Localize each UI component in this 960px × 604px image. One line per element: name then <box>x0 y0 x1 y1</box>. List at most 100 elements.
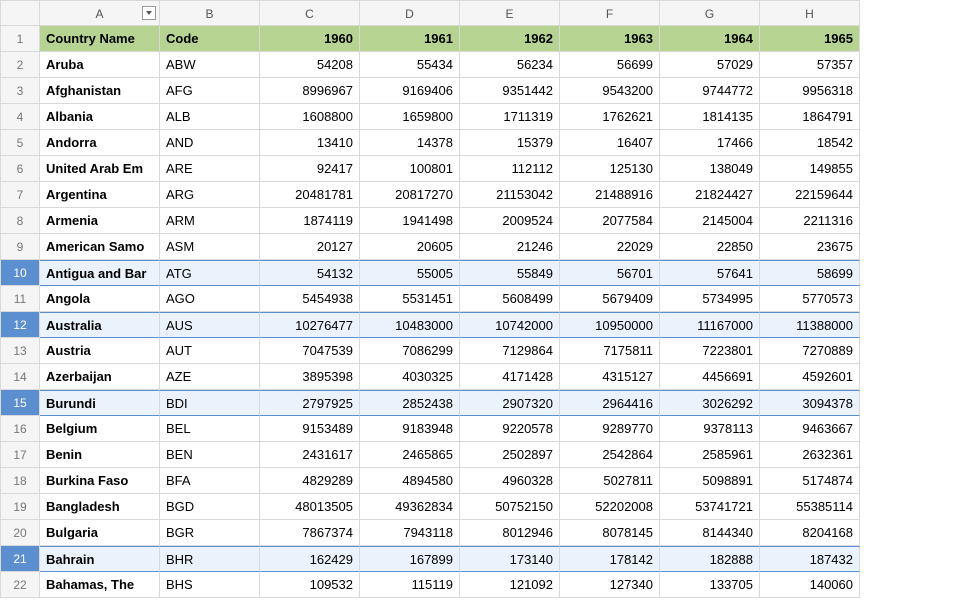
cell-value[interactable]: 5027811 <box>560 468 660 494</box>
row-header[interactable]: 9 <box>0 234 40 260</box>
table-header-cell[interactable]: 1962 <box>460 26 560 52</box>
cell-value[interactable]: 9220578 <box>460 416 560 442</box>
cell-value[interactable]: 22850 <box>660 234 760 260</box>
cell-value[interactable]: 182888 <box>660 546 760 572</box>
cell-value[interactable]: 133705 <box>660 572 760 598</box>
cell-value[interactable]: 8012946 <box>460 520 560 546</box>
cell-value[interactable]: 8204168 <box>760 520 860 546</box>
row-header[interactable]: 3 <box>0 78 40 104</box>
cell-code[interactable]: AND <box>160 130 260 156</box>
cell-value[interactable]: 8078145 <box>560 520 660 546</box>
cell-value[interactable]: 125130 <box>560 156 660 182</box>
filter-dropdown-icon[interactable] <box>142 6 156 20</box>
cell-value[interactable]: 9153489 <box>260 416 360 442</box>
cell-value[interactable]: 115119 <box>360 572 460 598</box>
cell-value[interactable]: 48013505 <box>260 494 360 520</box>
cell-value[interactable]: 92417 <box>260 156 360 182</box>
cell-value[interactable]: 2632361 <box>760 442 860 468</box>
row-header[interactable]: 10 <box>0 260 40 286</box>
column-header-a[interactable]: A <box>40 0 160 26</box>
cell-value[interactable]: 1814135 <box>660 104 760 130</box>
cell-code[interactable]: ALB <box>160 104 260 130</box>
cell-country-name[interactable]: Burundi <box>40 390 160 416</box>
cell-value[interactable]: 20817270 <box>360 182 460 208</box>
cell-value[interactable]: 2211316 <box>760 208 860 234</box>
cell-value[interactable]: 10950000 <box>560 312 660 338</box>
cell-value[interactable]: 3026292 <box>660 390 760 416</box>
cell-code[interactable]: AUT <box>160 338 260 364</box>
cell-code[interactable]: BHR <box>160 546 260 572</box>
cell-value[interactable]: 58699 <box>760 260 860 286</box>
cell-value[interactable]: 9289770 <box>560 416 660 442</box>
cell-value[interactable]: 54132 <box>260 260 360 286</box>
cell-value[interactable]: 7270889 <box>760 338 860 364</box>
cell-value[interactable]: 10742000 <box>460 312 560 338</box>
row-header[interactable]: 19 <box>0 494 40 520</box>
cell-value[interactable]: 1874119 <box>260 208 360 234</box>
cell-value[interactable]: 9169406 <box>360 78 460 104</box>
cell-value[interactable]: 2907320 <box>460 390 560 416</box>
cell-value[interactable]: 1608800 <box>260 104 360 130</box>
cell-value[interactable]: 4171428 <box>460 364 560 390</box>
cell-value[interactable]: 5531451 <box>360 286 460 312</box>
cell-value[interactable]: 2502897 <box>460 442 560 468</box>
cell-value[interactable]: 187432 <box>760 546 860 572</box>
cell-country-name[interactable]: Argentina <box>40 182 160 208</box>
row-header[interactable]: 22 <box>0 572 40 598</box>
cell-value[interactable]: 7943118 <box>360 520 460 546</box>
cell-value[interactable]: 4030325 <box>360 364 460 390</box>
cell-value[interactable]: 9543200 <box>560 78 660 104</box>
cell-value[interactable]: 3895398 <box>260 364 360 390</box>
spreadsheet-grid[interactable]: ABCDEFGH1Country NameCode196019611962196… <box>0 0 960 598</box>
row-header[interactable]: 1 <box>0 26 40 52</box>
cell-value[interactable]: 9956318 <box>760 78 860 104</box>
cell-value[interactable]: 140060 <box>760 572 860 598</box>
cell-value[interactable]: 5174874 <box>760 468 860 494</box>
cell-value[interactable]: 7223801 <box>660 338 760 364</box>
column-header-h[interactable]: H <box>760 0 860 26</box>
cell-value[interactable]: 49362834 <box>360 494 460 520</box>
cell-value[interactable]: 9744772 <box>660 78 760 104</box>
cell-value[interactable]: 8996967 <box>260 78 360 104</box>
cell-value[interactable]: 20481781 <box>260 182 360 208</box>
cell-code[interactable]: BDI <box>160 390 260 416</box>
cell-value[interactable]: 121092 <box>460 572 560 598</box>
cell-value[interactable]: 54208 <box>260 52 360 78</box>
cell-value[interactable]: 50752150 <box>460 494 560 520</box>
cell-value[interactable]: 2465865 <box>360 442 460 468</box>
cell-code[interactable]: AGO <box>160 286 260 312</box>
cell-country-name[interactable]: Austria <box>40 338 160 364</box>
cell-value[interactable]: 178142 <box>560 546 660 572</box>
cell-value[interactable]: 11167000 <box>660 312 760 338</box>
row-header[interactable]: 20 <box>0 520 40 546</box>
cell-value[interactable]: 21153042 <box>460 182 560 208</box>
row-header[interactable]: 15 <box>0 390 40 416</box>
column-header-g[interactable]: G <box>660 0 760 26</box>
cell-value[interactable]: 21246 <box>460 234 560 260</box>
table-header-cell[interactable]: 1964 <box>660 26 760 52</box>
cell-value[interactable]: 1864791 <box>760 104 860 130</box>
cell-value[interactable]: 1941498 <box>360 208 460 234</box>
cell-code[interactable]: BGR <box>160 520 260 546</box>
table-header-cell[interactable]: 1965 <box>760 26 860 52</box>
cell-country-name[interactable]: Bulgaria <box>40 520 160 546</box>
table-header-cell[interactable]: Code <box>160 26 260 52</box>
table-header-cell[interactable]: 1961 <box>360 26 460 52</box>
cell-value[interactable]: 5098891 <box>660 468 760 494</box>
cell-value[interactable]: 16407 <box>560 130 660 156</box>
column-header-b[interactable]: B <box>160 0 260 26</box>
cell-value[interactable]: 5608499 <box>460 286 560 312</box>
row-header[interactable]: 2 <box>0 52 40 78</box>
table-header-cell[interactable]: 1963 <box>560 26 660 52</box>
cell-country-name[interactable]: Albania <box>40 104 160 130</box>
cell-value[interactable]: 127340 <box>560 572 660 598</box>
row-header[interactable]: 16 <box>0 416 40 442</box>
cell-value[interactable]: 9378113 <box>660 416 760 442</box>
cell-value[interactable]: 4456691 <box>660 364 760 390</box>
cell-value[interactable]: 15379 <box>460 130 560 156</box>
cell-value[interactable]: 149855 <box>760 156 860 182</box>
cell-value[interactable]: 4894580 <box>360 468 460 494</box>
cell-value[interactable]: 23675 <box>760 234 860 260</box>
cell-country-name[interactable]: Bangladesh <box>40 494 160 520</box>
cell-value[interactable]: 57641 <box>660 260 760 286</box>
